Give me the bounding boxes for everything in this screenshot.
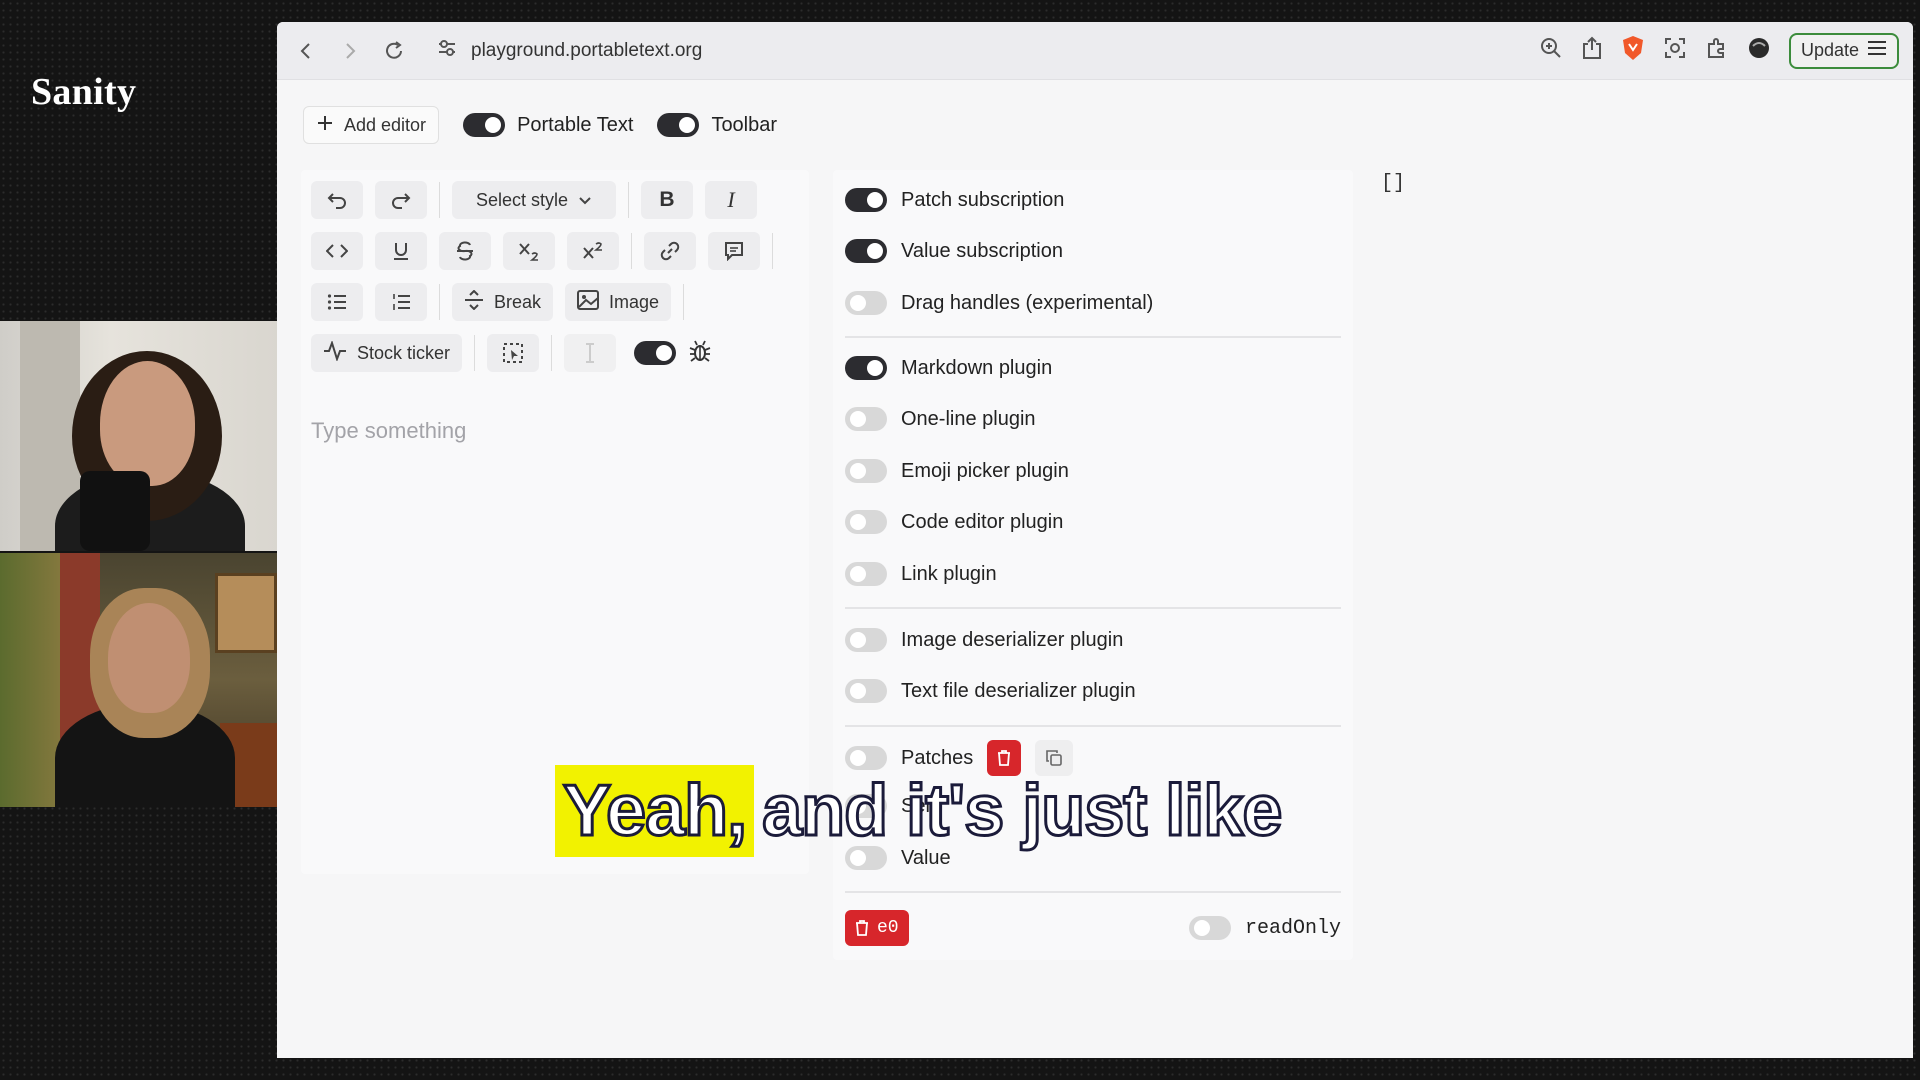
image-button[interactable]: Image [565,283,672,321]
bold-button[interactable]: B [641,181,693,219]
zoom-icon[interactable] [1539,36,1563,65]
portable-text-label: Portable Text [517,113,634,136]
caption-highlight: Yeah, [555,765,755,857]
bug-icon[interactable] [688,339,712,368]
share-icon[interactable] [1581,36,1603,65]
toolbar-separator [631,233,632,269]
brave-shield-icon[interactable] [1621,35,1645,66]
webcam-feed-host [0,321,277,551]
select-style-label: Select style [475,189,569,210]
redo-button[interactable] [375,181,427,219]
portable-text-toggle[interactable] [463,113,506,137]
reload-icon[interactable] [379,36,409,66]
remove-editor-button[interactable]: e0 [845,910,909,946]
stock-ticker-label: Stock ticker [357,342,451,363]
bullet-list-button[interactable] [311,283,363,321]
editor-id-label: e0 [877,918,899,938]
emoji-picker-plugin-label: Emoji picker plugin [901,459,1069,482]
url-text: playground.portabletext.org [471,39,703,61]
toolbar-separator [551,335,553,371]
subscript-button[interactable] [503,232,555,270]
text-cursor-button[interactable] [564,334,617,372]
update-button[interactable]: Update [1788,32,1899,69]
code-editor-plugin-label: Code editor plugin [901,510,1064,533]
toolbar-separator [439,284,440,320]
brand-logo: Sanity [31,71,137,113]
options-divider [845,336,1341,338]
text-file-deserializer-plugin-label: Text file deserializer plugin [901,679,1136,702]
browser-window: playground.portabletext.org Update Add e… [277,22,1913,1058]
code-button[interactable] [311,232,363,270]
image-deserializer-plugin-toggle[interactable] [845,628,887,652]
debug-toggle[interactable] [634,341,677,365]
webcam-feed-guest [0,553,277,807]
select-style-dropdown[interactable]: Select style [452,181,616,219]
activity-icon [323,339,347,366]
options-divider [845,891,1341,893]
add-editor-label: Add editor [344,114,427,135]
options-divider [845,725,1341,727]
update-label: Update [1800,40,1859,60]
options-divider [845,607,1341,609]
profile-icon[interactable] [1747,36,1771,65]
link-plugin-label: Link plugin [901,562,997,585]
read-only-toggle[interactable] [1189,916,1231,940]
one-line-plugin-toggle[interactable] [845,407,887,431]
drag-handles-label: Drag handles (experimental) [901,291,1154,314]
toolbar-separator [628,182,629,218]
strikethrough-button[interactable] [439,232,491,270]
text-file-deserializer-plugin-toggle[interactable] [845,679,887,703]
code-editor-plugin-toggle[interactable] [845,510,887,534]
playground-page: Add editor Portable Text Toolbar Select … [277,80,1913,1058]
break-icon [464,289,484,315]
caption-text: and it's just like [761,770,1284,853]
break-button[interactable]: Break [452,283,554,321]
link-button[interactable] [644,232,696,270]
url-field[interactable]: playground.portabletext.org [423,32,1539,70]
undo-button[interactable] [311,181,363,219]
value-subscription-toggle[interactable] [845,239,887,263]
drag-handles-toggle[interactable] [845,291,887,315]
stock-ticker-button[interactable]: Stock ticker [311,334,463,372]
value-subscription-label: Value subscription [901,239,1063,262]
toolbar-label: Toolbar [711,113,778,136]
patch-subscription-label: Patch subscription [901,188,1065,211]
extensions-icon[interactable] [1705,36,1729,65]
one-line-plugin-label: One-line plugin [901,407,1036,430]
markdown-plugin-toggle[interactable] [845,356,887,380]
add-editor-button[interactable]: Add editor [303,106,440,144]
plus-icon [316,114,334,137]
video-caption: Yeah, and it's just like [555,765,1284,857]
image-deserializer-plugin-label: Image deserializer plugin [901,628,1124,651]
break-label: Break [494,291,542,312]
site-settings-icon[interactable] [437,39,457,63]
toolbar-separator [772,233,773,269]
read-only-label: readOnly [1245,916,1342,940]
underline-button[interactable] [375,232,427,270]
forward-icon[interactable] [335,36,365,66]
chevron-down-icon [578,190,592,211]
menu-icon [1867,40,1887,61]
select-region-button[interactable] [487,334,540,372]
markdown-plugin-label: Markdown plugin [901,356,1053,379]
value-json-output: [] [1381,172,1406,195]
italic-button[interactable]: I [705,181,757,219]
toolbar-separator [439,182,440,218]
link-plugin-toggle[interactable] [845,562,887,586]
editor-placeholder[interactable]: Type something [311,418,466,444]
numbered-list-button[interactable] [375,283,427,321]
back-icon[interactable] [291,36,321,66]
address-bar: playground.portabletext.org Update [277,22,1913,80]
superscript-button[interactable] [567,232,619,270]
screenshot-icon[interactable] [1663,36,1687,65]
emoji-picker-plugin-toggle[interactable] [845,459,887,483]
patch-subscription-toggle[interactable] [845,188,887,212]
comment-button[interactable] [708,232,760,270]
toolbar-separator [683,284,685,320]
toolbar-separator [474,335,476,371]
image-icon [577,289,600,315]
toolbar-toggle[interactable] [657,113,700,137]
image-label: Image [609,291,660,312]
